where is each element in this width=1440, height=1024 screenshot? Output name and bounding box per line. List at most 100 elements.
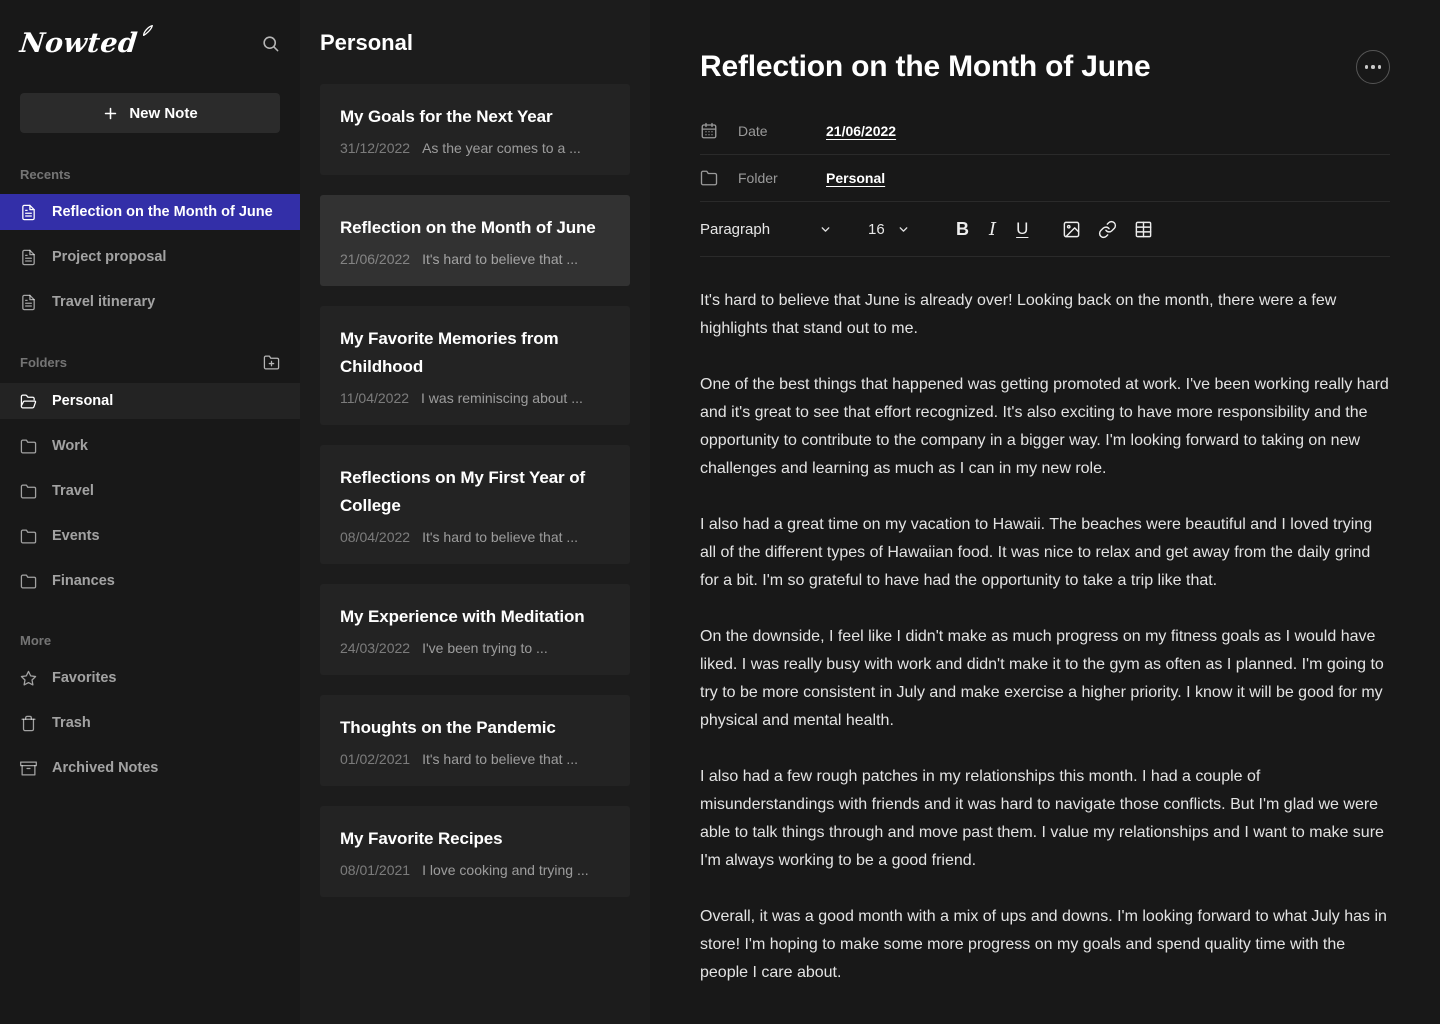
sidebar-item[interactable]: Travel bbox=[0, 473, 300, 509]
pen-icon bbox=[142, 24, 155, 42]
note-card-meta: 31/12/2022 As the year comes to a ... bbox=[340, 140, 610, 156]
note-card-preview: It's hard to believe that ... bbox=[422, 751, 578, 767]
note-card-date: 31/12/2022 bbox=[340, 140, 410, 156]
app-logo-text: Nowted bbox=[18, 28, 139, 59]
note-card-preview: I've been trying to ... bbox=[422, 640, 548, 656]
sidebar-item-label: Archived Notes bbox=[52, 760, 158, 776]
sidebar-item[interactable]: Events bbox=[0, 518, 300, 554]
note-card-meta: 08/04/2022 It's hard to believe that ... bbox=[340, 529, 610, 545]
folder-icon bbox=[20, 573, 37, 590]
ellipsis-icon bbox=[1365, 65, 1369, 69]
note-paragraph: On the downside, I feel like I didn't ma… bbox=[700, 623, 1392, 735]
folder-value[interactable]: Personal bbox=[826, 170, 885, 186]
chevron-down-icon bbox=[819, 223, 832, 236]
plus-icon bbox=[102, 105, 119, 122]
italic-button[interactable]: I bbox=[984, 217, 1001, 242]
note-card-title: Thoughts on the Pandemic bbox=[340, 714, 610, 742]
star-icon bbox=[20, 670, 37, 687]
note-card[interactable]: Reflections on My First Year of College … bbox=[320, 445, 630, 564]
note-card-meta: 08/01/2021 I love cooking and trying ... bbox=[340, 862, 610, 878]
app-logo[interactable]: Nowted bbox=[20, 28, 155, 59]
sidebar-item[interactable]: Project proposal bbox=[0, 239, 300, 275]
font-size-select[interactable]: 16 bbox=[868, 221, 910, 238]
note-card[interactable]: Thoughts on the Pandemic 01/02/2021 It's… bbox=[320, 695, 630, 786]
insert-table-button[interactable] bbox=[1132, 218, 1155, 241]
sidebar-item-label: Favorites bbox=[52, 670, 116, 686]
note-card[interactable]: Reflection on the Month of June 21/06/20… bbox=[320, 195, 630, 286]
new-note-button[interactable]: New Note bbox=[20, 93, 280, 133]
search-button[interactable] bbox=[261, 34, 280, 53]
note-body-editor[interactable]: It's hard to believe that June is alread… bbox=[700, 287, 1392, 987]
sidebar-item[interactable]: Reflection on the Month of June bbox=[0, 194, 300, 230]
note-card-preview: As the year comes to a ... bbox=[422, 140, 581, 156]
sidebar-item[interactable]: Favorites bbox=[0, 660, 300, 696]
note-card-preview: I was reminiscing about ... bbox=[421, 390, 583, 406]
insert-image-button[interactable] bbox=[1060, 218, 1083, 241]
note-list-panel: Personal My Goals for the Next Year 31/1… bbox=[300, 0, 650, 1024]
folder-plus-icon bbox=[263, 354, 280, 371]
folder-open-icon bbox=[20, 393, 37, 410]
calendar-icon bbox=[700, 122, 718, 140]
insert-link-button[interactable] bbox=[1096, 218, 1119, 241]
new-note-label: New Note bbox=[129, 105, 197, 122]
underline-button[interactable]: U bbox=[1014, 217, 1030, 241]
note-card-date: 21/06/2022 bbox=[340, 251, 410, 267]
note-icon bbox=[20, 204, 37, 221]
editor-toolbar: Paragraph 16 B I U bbox=[700, 202, 1390, 256]
note-options-button[interactable] bbox=[1356, 50, 1390, 84]
recents-label: Recents bbox=[20, 167, 71, 182]
note-paragraph: One of the best things that happened was… bbox=[700, 371, 1392, 483]
sidebar-item[interactable]: Travel itinerary bbox=[0, 284, 300, 320]
sidebar-item[interactable]: Trash bbox=[0, 705, 300, 741]
sidebar-item-label: Personal bbox=[52, 393, 113, 409]
bold-button[interactable]: B bbox=[954, 217, 971, 242]
date-label: Date bbox=[738, 123, 826, 139]
archive-icon bbox=[20, 760, 37, 777]
note-card-preview: It's hard to believe that ... bbox=[422, 251, 578, 267]
add-folder-button[interactable] bbox=[263, 354, 280, 371]
more-label: More bbox=[20, 633, 51, 648]
table-icon bbox=[1134, 220, 1153, 239]
note-card-title: My Favorite Memories from Childhood bbox=[340, 325, 610, 381]
sidebar-item[interactable]: Personal bbox=[0, 383, 300, 419]
note-card[interactable]: My Goals for the Next Year 31/12/2022 As… bbox=[320, 84, 630, 175]
date-value[interactable]: 21/06/2022 bbox=[826, 123, 896, 139]
note-card-date: 24/03/2022 bbox=[340, 640, 410, 656]
sidebar-item[interactable]: Work bbox=[0, 428, 300, 464]
note-card-date: 01/02/2021 bbox=[340, 751, 410, 767]
note-paragraph: I also had a few rough patches in my rel… bbox=[700, 763, 1392, 875]
note-card[interactable]: My Favorite Memories from Childhood 11/0… bbox=[320, 306, 630, 425]
sidebar-item[interactable]: Finances bbox=[0, 563, 300, 599]
note-card[interactable]: My Experience with Meditation 24/03/2022… bbox=[320, 584, 630, 675]
note-card-meta: 01/02/2021 It's hard to believe that ... bbox=[340, 751, 610, 767]
note-meta-block: Date 21/06/2022 Folder Personal bbox=[700, 108, 1390, 202]
paragraph-style-select[interactable]: Paragraph bbox=[700, 221, 832, 238]
note-card-title: My Goals for the Next Year bbox=[340, 103, 610, 131]
note-card-date: 08/01/2021 bbox=[340, 862, 410, 878]
divider bbox=[700, 256, 1390, 257]
recents-list: Reflection on the Month of June Project … bbox=[0, 194, 300, 320]
sidebar-item-label: Reflection on the Month of June bbox=[52, 204, 273, 220]
sidebar-item-label: Travel itinerary bbox=[52, 294, 155, 310]
font-size-value: 16 bbox=[868, 221, 885, 238]
app-window: Nowted New Note Recents Refle bbox=[0, 0, 1440, 1024]
note-card-title: My Favorite Recipes bbox=[340, 825, 610, 853]
chevron-down-icon bbox=[897, 223, 910, 236]
folder-icon bbox=[700, 169, 718, 187]
sidebar-item[interactable]: Archived Notes bbox=[0, 750, 300, 786]
sidebar-item-label: Travel bbox=[52, 483, 94, 499]
sidebar: Nowted New Note Recents Refle bbox=[0, 0, 300, 1024]
link-icon bbox=[1098, 220, 1117, 239]
image-icon bbox=[1062, 220, 1081, 239]
note-list-title: Personal bbox=[320, 30, 630, 56]
note-card[interactable]: My Favorite Recipes 08/01/2021 I love co… bbox=[320, 806, 630, 897]
sidebar-item-label: Finances bbox=[52, 573, 115, 589]
note-card-title: Reflection on the Month of June bbox=[340, 214, 610, 242]
folder-icon bbox=[20, 438, 37, 455]
format-group: B I U bbox=[954, 217, 1030, 242]
date-row: Date 21/06/2022 bbox=[700, 108, 1390, 154]
note-icon bbox=[20, 294, 37, 311]
folders-section: Folders Personal Work Travel Events Fina… bbox=[0, 354, 300, 599]
sidebar-item-label: Work bbox=[52, 438, 88, 454]
paragraph-style-value: Paragraph bbox=[700, 221, 770, 238]
